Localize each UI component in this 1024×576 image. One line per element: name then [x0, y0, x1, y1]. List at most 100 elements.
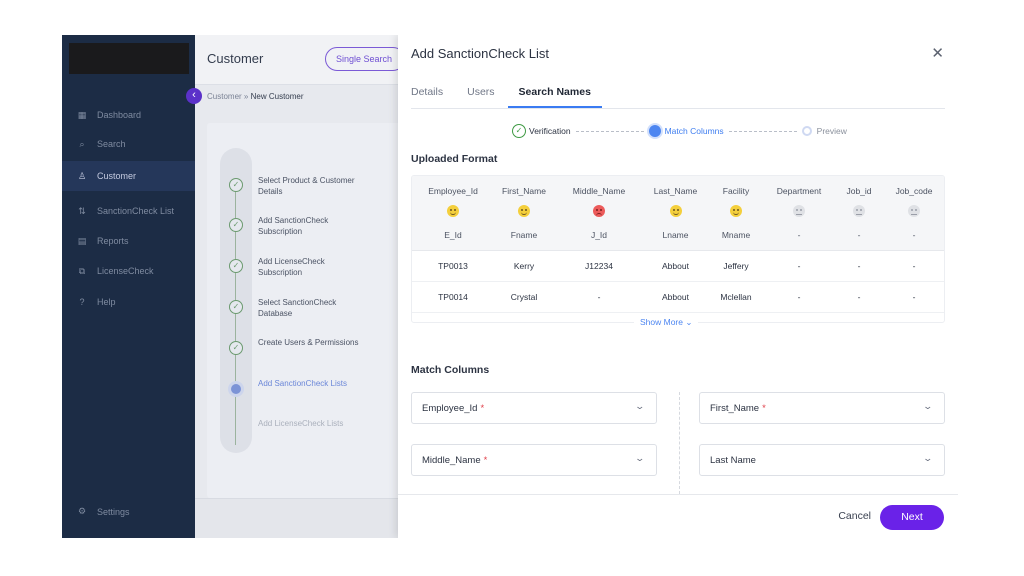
chevron-down-icon: ⌄ — [922, 401, 934, 411]
pending-step-icon — [801, 126, 812, 136]
table-cell: Fname — [510, 229, 538, 240]
cancel-button[interactable]: Cancel — [838, 510, 871, 522]
progress-stepper: ✓ Verification Match Columns Preview — [512, 124, 847, 138]
table-cell: - — [857, 261, 861, 271]
modal-tabs: Details Users Search Names — [411, 86, 626, 108]
table-cell: Jeffery — [723, 261, 749, 271]
sidebar-item-help[interactable]: ? Help — [62, 287, 195, 317]
next-button[interactable]: Next — [880, 505, 944, 530]
table-cell: J12234 — [585, 261, 613, 271]
step-complete-icon: ✓ — [229, 341, 243, 355]
breadcrumb-parent[interactable]: Customer — [207, 92, 242, 101]
required-marker: * — [483, 454, 488, 466]
sidebar-item-search[interactable]: ⌕ Search — [62, 129, 195, 159]
uploaded-format-table: Employee_Id First_Name Middle_Name Last_Nam… — [411, 175, 945, 323]
wizard-step-label[interactable]: Select Product & Customer Details — [258, 175, 368, 197]
chevron-down-icon: ⌄ — [634, 453, 646, 463]
step-complete-icon: ✓ — [229, 300, 243, 314]
sidebar: ▦ Dashboard ⌕ Search ♙ Customer ⇅ Sancti… — [62, 35, 195, 538]
table-status-row — [412, 205, 944, 219]
sidebar-item-sanctioncheck-list[interactable]: ⇅ SanctionCheck List — [62, 196, 195, 226]
table-cell: Mname — [721, 229, 751, 240]
smiley-face-icon — [518, 205, 530, 217]
sidebar-item-reports[interactable]: ▤ Reports — [62, 226, 195, 256]
wizard-step-label[interactable]: Add SanctionCheck Lists — [258, 378, 368, 389]
current-step-icon — [648, 125, 661, 137]
sidebar-item-label: Customer — [97, 171, 137, 181]
sidebar-item-label: Help — [97, 297, 116, 307]
tabs-divider — [411, 108, 945, 109]
table-header-cell: Job_id — [846, 185, 872, 196]
sidebar-item-customer[interactable]: ♙ Customer — [62, 161, 195, 191]
table-cell: - — [797, 292, 801, 302]
sidebar-item-licensecheck[interactable]: ⧉ LicenseCheck — [62, 256, 195, 286]
close-icon[interactable]: ✕ — [931, 44, 944, 62]
step-verification[interactable]: Verification — [529, 126, 571, 136]
required-marker: * — [762, 402, 766, 414]
match-status-cell — [833, 205, 885, 219]
show-more-link[interactable]: Show More ⌄ — [634, 317, 699, 328]
search-icon: ⌕ — [79, 138, 85, 149]
table-cell: Lname — [662, 229, 689, 240]
last-name-select[interactable]: Last Name ⌄ — [699, 444, 945, 476]
table-cell: Crystal — [510, 292, 538, 302]
uploaded-format-title: Uploaded Format — [411, 153, 498, 165]
single-search-button[interactable]: Single Search — [325, 47, 405, 71]
neutral-face-icon — [908, 205, 920, 217]
sidebar-item-label: Reports — [97, 236, 129, 246]
match-status-cell — [707, 205, 765, 219]
employee-id-select[interactable]: Employee_Id * ⌄ — [411, 392, 657, 424]
table-row: TP0014 Crystal - Abbout Mclellan - - - — [412, 282, 944, 313]
tab-users[interactable]: Users — [467, 86, 494, 108]
list-icon: ⇅ — [78, 205, 86, 216]
table-row: TP0013 Kerry J12234 Abbout Jeffery - - - — [412, 251, 944, 282]
select-label: Employee_Id — [422, 402, 478, 414]
wizard-step-label: Add LicenseCheck Lists — [258, 419, 344, 428]
logo — [69, 43, 189, 74]
collapse-sidebar-button[interactable]: ‹ — [186, 88, 202, 104]
wizard-step-label[interactable]: Select SanctionCheck Database — [258, 297, 368, 319]
required-marker: * — [480, 402, 485, 414]
table-cell: - — [857, 292, 861, 302]
step-connector — [728, 130, 797, 132]
neutral-face-icon — [853, 205, 865, 217]
tab-search-names[interactable]: Search Names — [507, 86, 602, 108]
match-status-cell — [494, 205, 554, 219]
select-label: Middle_Name — [422, 454, 481, 466]
reports-icon: ▤ — [77, 235, 87, 246]
page-title: Customer — [207, 51, 264, 66]
chevron-down-icon: ⌄ — [634, 401, 646, 411]
table-cell: TP0014 — [438, 292, 468, 302]
dashboard-icon: ▦ — [77, 109, 87, 120]
sidebar-item-dashboard[interactable]: ▦ Dashboard — [62, 100, 195, 130]
sidebar-item-label: SanctionCheck List — [97, 206, 175, 216]
table-cell: Kerry — [513, 261, 535, 271]
chevron-down-icon: ⌄ — [922, 453, 934, 463]
wizard-step-label[interactable]: Add SanctionCheck Subscription — [258, 215, 368, 237]
tab-details[interactable]: Details — [411, 86, 443, 108]
table-mapping-row: E_Id Fname J_Id Lname Mname - - - — [412, 219, 944, 251]
table-header-cell: Job_code — [895, 185, 933, 196]
table-cell: J_Id — [590, 229, 608, 240]
check-circle-icon: ✓ — [512, 124, 526, 138]
gear-icon: ⚙ — [77, 506, 87, 516]
table-cell: - — [857, 229, 861, 240]
first-name-select[interactable]: First_Name * ⌄ — [699, 392, 945, 424]
smiley-face-icon — [730, 205, 742, 217]
match-status-cell — [765, 205, 833, 219]
table-cell: Mclellan — [720, 292, 752, 302]
step-preview: Preview — [816, 126, 847, 136]
table-header-cell: Last_Name — [653, 185, 698, 196]
smiley-face-icon — [447, 205, 459, 217]
step-match-columns[interactable]: Match Columns — [665, 126, 724, 136]
match-status-cell — [885, 205, 943, 219]
modal-footer: Cancel Next — [398, 494, 958, 538]
select-label: Last Name — [710, 454, 756, 466]
column-divider — [679, 392, 680, 494]
sidebar-item-settings[interactable]: ⚙ Settings — [76, 506, 130, 517]
middle-name-select[interactable]: Middle_Name * ⌄ — [411, 444, 657, 476]
table-cell: - — [597, 292, 601, 302]
wizard-step-label[interactable]: Add LicenseCheck Subscription — [258, 256, 368, 278]
wizard-step-label[interactable]: Create Users & Permissions — [258, 337, 368, 348]
neutral-face-icon — [793, 205, 805, 217]
